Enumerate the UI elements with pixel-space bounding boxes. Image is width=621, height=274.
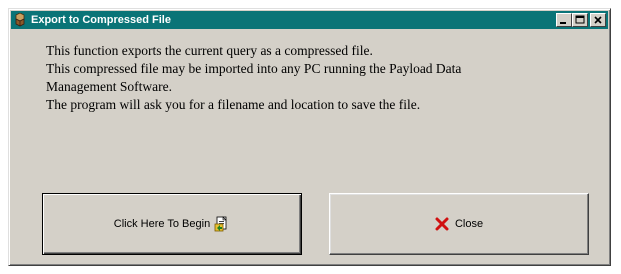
description-text: This function exports the current query …	[46, 42, 586, 114]
app-icon[interactable]	[13, 13, 27, 27]
description-line: Management Software.	[46, 79, 172, 94]
close-button[interactable]: Close	[329, 193, 589, 255]
description-line: This function exports the current query …	[46, 43, 373, 58]
minimize-button[interactable]	[556, 13, 572, 27]
title-bar[interactable]: Export to Compressed File	[11, 11, 608, 29]
begin-export-label: Click Here To Begin	[113, 218, 211, 230]
window-controls	[556, 13, 606, 27]
minimize-icon	[560, 22, 566, 24]
file-export-icon	[214, 216, 227, 232]
red-x-icon	[435, 217, 449, 231]
window-title: Export to Compressed File	[31, 14, 171, 26]
close-window-button[interactable]	[590, 13, 606, 27]
close-icon	[594, 16, 602, 24]
description-line: This compressed file may be imported int…	[46, 61, 462, 76]
maximize-icon	[575, 15, 585, 24]
description-line: The program will ask you for a filename …	[46, 97, 421, 112]
export-dialog-window: Export to Compressed File This function	[8, 8, 611, 266]
begin-export-button[interactable]: Click Here To Begin	[42, 193, 302, 255]
close-button-label: Close	[454, 218, 484, 230]
maximize-button[interactable]	[572, 13, 588, 27]
